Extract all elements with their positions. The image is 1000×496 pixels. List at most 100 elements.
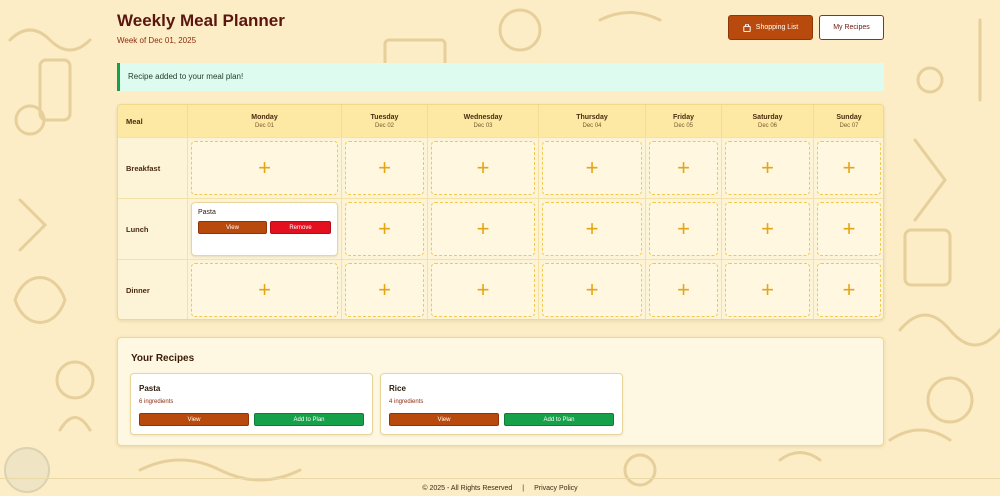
your-recipes-panel: Your Recipes Pasta 6 ingredients View Ad… xyxy=(117,337,884,446)
recipe-card: Rice 4 ingredients View Add to Plan xyxy=(380,373,623,435)
meal-slot-cell: Pasta View Remove xyxy=(188,198,342,259)
remove-meal-button[interactable]: Remove xyxy=(270,221,331,234)
recipe-name: Pasta xyxy=(139,384,161,393)
day-date: Dec 06 xyxy=(757,122,777,129)
day-date: Dec 02 xyxy=(374,122,394,129)
plus-icon: + xyxy=(842,216,856,241)
add-meal-slot[interactable]: + xyxy=(345,202,424,256)
day-name: Saturday xyxy=(752,113,783,121)
add-to-plan-button[interactable]: Add to Plan xyxy=(504,413,614,426)
your-recipes-title: Your Recipes xyxy=(131,353,195,364)
add-meal-slot[interactable]: + xyxy=(725,202,810,256)
recipe-card: Pasta 6 ingredients View Add to Plan xyxy=(130,373,373,435)
plus-icon: + xyxy=(761,155,774,180)
meal-name: Dinner xyxy=(126,285,150,295)
view-recipe-button[interactable]: View xyxy=(139,413,249,426)
shopping-list-button[interactable]: Shopping List xyxy=(728,15,813,40)
meal-slot-cell: + xyxy=(539,198,646,259)
recipe-ingredient-count: 6 ingredients xyxy=(139,399,174,405)
plus-icon: + xyxy=(585,216,599,241)
meal-slot-cell: + xyxy=(539,259,646,319)
meal-slot-cell: + xyxy=(646,259,722,319)
add-meal-slot[interactable]: + xyxy=(345,141,424,195)
add-meal-slot[interactable]: + xyxy=(725,141,810,195)
meal-slot-cell: + xyxy=(814,137,883,198)
day-date: Dec 03 xyxy=(473,122,493,129)
meal-column-header: Meal xyxy=(118,105,188,137)
add-meal-slot[interactable]: + xyxy=(542,263,642,317)
day-date: Dec 01 xyxy=(254,122,274,129)
plus-icon: + xyxy=(585,155,599,180)
plus-icon: + xyxy=(842,155,856,180)
recipe-ingredient-count: 4 ingredients xyxy=(389,399,424,405)
meal-slot-cell: + xyxy=(428,198,539,259)
plus-icon: + xyxy=(258,277,271,302)
footer-divider xyxy=(0,478,1000,479)
view-recipe-button[interactable]: View xyxy=(389,413,499,426)
plus-icon: + xyxy=(677,216,690,241)
add-meal-slot[interactable]: + xyxy=(542,141,642,195)
add-meal-slot[interactable]: + xyxy=(191,141,338,195)
page-footer: © 2025 - All Rights Reserved | Privacy P… xyxy=(0,485,1000,492)
add-meal-slot[interactable]: + xyxy=(817,263,881,317)
meal-slot-cell: + xyxy=(188,137,342,198)
plus-icon: + xyxy=(378,155,391,180)
add-meal-slot[interactable]: + xyxy=(542,202,642,256)
assigned-meal-name: Pasta xyxy=(198,209,216,216)
plus-icon: + xyxy=(842,277,856,302)
meal-planner-app: Weekly Meal Planner Week of Dec 01, 2025… xyxy=(117,0,884,446)
meal-name: Breakfast xyxy=(126,163,161,173)
meal-header-label: Meal xyxy=(126,116,143,126)
page-header: Weekly Meal Planner Week of Dec 01, 2025… xyxy=(117,0,884,50)
add-meal-slot[interactable]: + xyxy=(817,141,881,195)
meal-slot-cell: + xyxy=(539,137,646,198)
meal-slot-cell: + xyxy=(428,137,539,198)
shopping-bag-icon xyxy=(743,23,751,32)
meal-slot-cell: + xyxy=(814,198,883,259)
meal-slot-cell: + xyxy=(342,137,428,198)
add-meal-slot[interactable]: + xyxy=(431,202,535,256)
assigned-meal-actions: View Remove xyxy=(198,221,331,234)
day-date: Dec 04 xyxy=(582,122,602,129)
page-title: Weekly Meal Planner xyxy=(117,11,285,30)
meal-row-label: Dinner xyxy=(118,259,188,319)
add-meal-slot[interactable]: + xyxy=(725,263,810,317)
day-column-header: Wednesday Dec 03 xyxy=(428,105,539,137)
day-name: Sunday xyxy=(836,113,862,121)
add-meal-slot[interactable]: + xyxy=(817,202,881,256)
meal-slot-cell: + xyxy=(342,259,428,319)
plus-icon: + xyxy=(761,216,774,241)
meal-slot-cell: + xyxy=(428,259,539,319)
add-meal-slot[interactable]: + xyxy=(649,202,718,256)
day-date: Dec 07 xyxy=(839,122,859,129)
success-alert: Recipe added to your meal plan! xyxy=(117,63,884,91)
add-meal-slot[interactable]: + xyxy=(649,263,718,317)
plus-icon: + xyxy=(476,216,490,241)
meal-name: Lunch xyxy=(126,224,149,234)
copyright-text: © 2025 - All Rights Reserved xyxy=(422,485,513,492)
add-meal-slot[interactable]: + xyxy=(345,263,424,317)
plus-icon: + xyxy=(378,216,391,241)
day-date: Dec 05 xyxy=(673,122,693,129)
meal-slot-cell: + xyxy=(722,198,814,259)
add-meal-slot[interactable]: + xyxy=(431,263,535,317)
recipe-name: Rice xyxy=(389,384,406,393)
view-meal-button[interactable]: View xyxy=(198,221,267,234)
plus-icon: + xyxy=(258,155,271,180)
day-column-header: Friday Dec 05 xyxy=(646,105,722,137)
add-meal-slot[interactable]: + xyxy=(191,263,338,317)
add-to-plan-button[interactable]: Add to Plan xyxy=(254,413,364,426)
my-recipes-button[interactable]: My Recipes xyxy=(819,15,884,40)
privacy-policy-link[interactable]: Privacy Policy xyxy=(534,485,578,492)
plus-icon: + xyxy=(677,155,690,180)
day-name: Wednesday xyxy=(463,113,503,121)
day-name: Friday xyxy=(672,113,694,121)
plus-icon: + xyxy=(476,155,490,180)
add-meal-slot[interactable]: + xyxy=(431,141,535,195)
day-column-header: Monday Dec 01 xyxy=(188,105,342,137)
meal-slot-cell: + xyxy=(722,137,814,198)
footer-separator: | xyxy=(522,485,525,492)
plus-icon: + xyxy=(585,277,599,302)
meal-row-label: Breakfast xyxy=(118,137,188,198)
add-meal-slot[interactable]: + xyxy=(649,141,718,195)
